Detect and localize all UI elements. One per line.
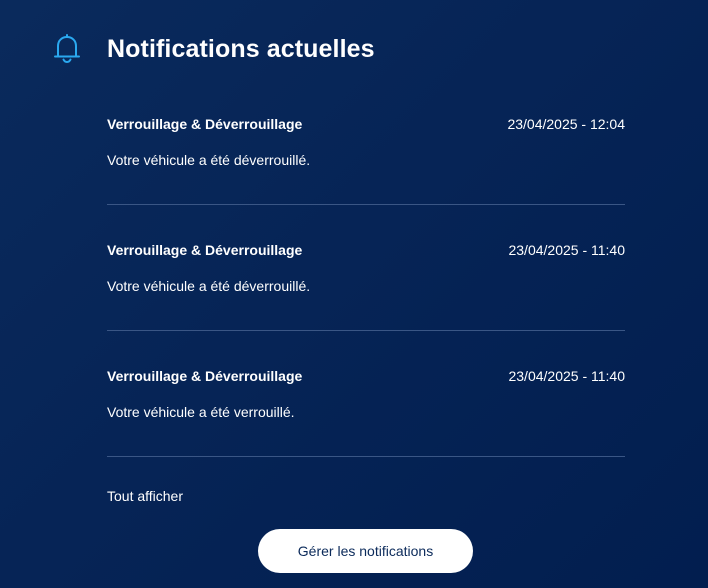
notification-date: 23/04/2025 - 11:40 [508,368,625,384]
notification-item[interactable]: Verrouillage & Déverrouillage 23/04/2025… [107,230,625,331]
notification-message: Votre véhicule a été verrouillé. [107,404,295,420]
notification-title: Verrouillage & Déverrouillage [107,368,303,384]
notification-date: 23/04/2025 - 11:40 [508,242,625,258]
notification-title: Verrouillage & Déverrouillage [107,116,303,132]
notification-title: Verrouillage & Déverrouillage [107,242,303,258]
bell-icon [54,34,80,63]
header [52,32,82,64]
show-all-link[interactable]: Tout afficher [107,488,183,504]
notification-item[interactable]: Verrouillage & Déverrouillage 23/04/2025… [107,104,625,205]
manage-notifications-button[interactable]: Gérer les notifications [258,529,473,573]
notification-item[interactable]: Verrouillage & Déverrouillage 23/04/2025… [107,356,625,457]
notification-message: Votre véhicule a été déverrouillé. [107,152,311,168]
page-title: Notifications actuelles [107,35,375,63]
notification-list: Verrouillage & Déverrouillage 23/04/2025… [107,104,625,482]
manage-notifications-label: Gérer les notifications [297,543,434,559]
notification-date: 23/04/2025 - 12:04 [507,116,625,132]
notification-message: Votre véhicule a été déverrouillé. [107,278,311,294]
